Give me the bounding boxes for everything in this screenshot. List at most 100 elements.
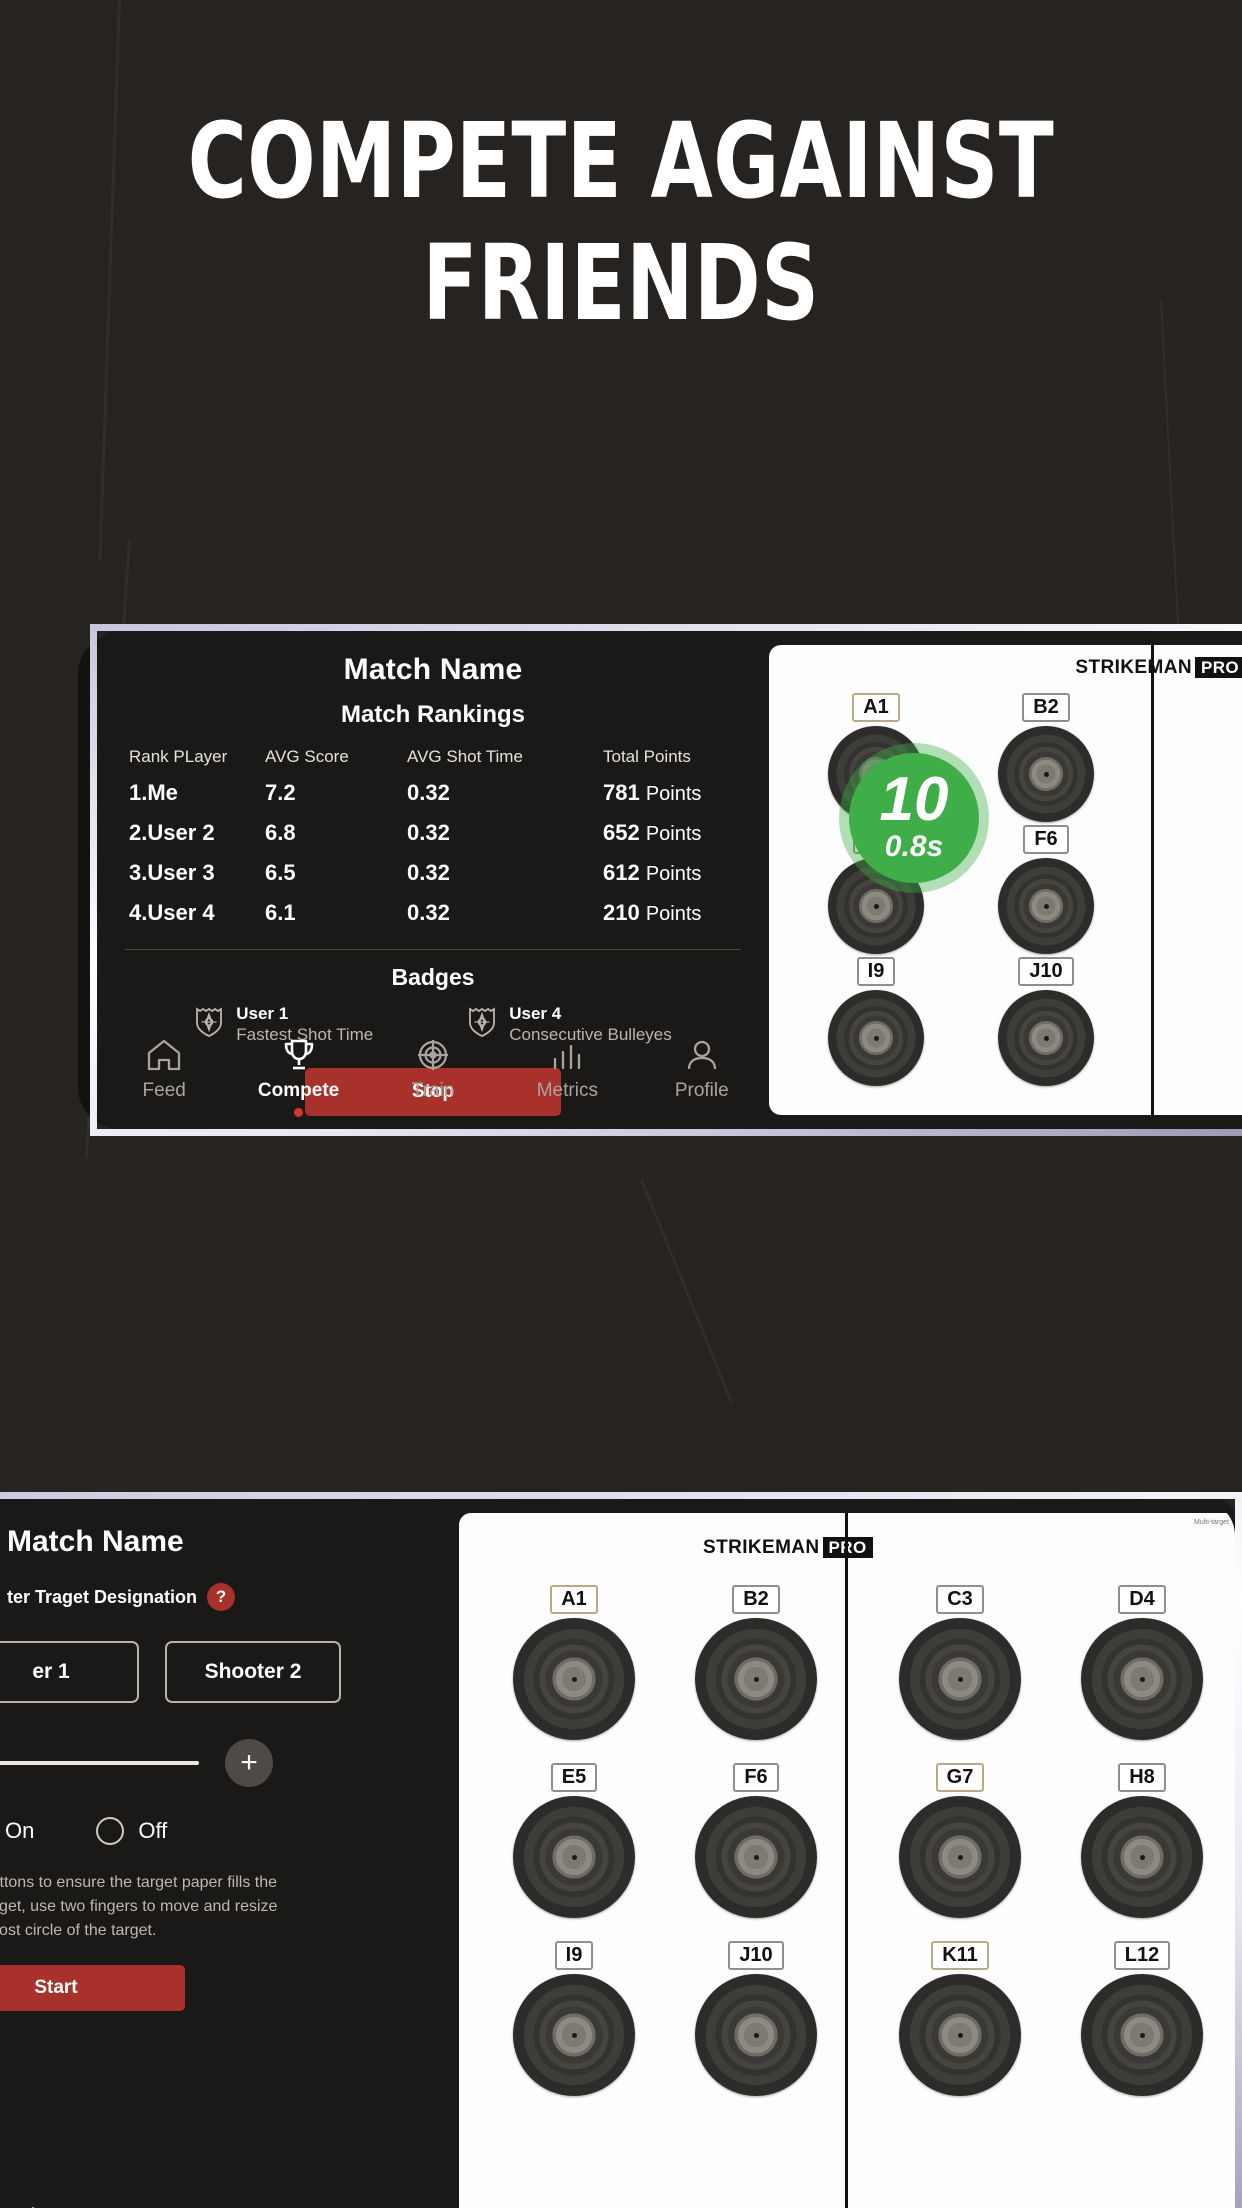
- target-cell[interactable]: I9: [791, 957, 961, 1089]
- target-cell[interactable]: J10: [961, 957, 1131, 1089]
- nav-label: Metrics: [536, 1080, 598, 1101]
- column-header-total-points: Total Points: [603, 747, 691, 766]
- target-label: I9: [554, 1941, 594, 1970]
- target-label: B2: [732, 1585, 780, 1614]
- nav-item-compete[interactable]: Compete: [251, 1037, 347, 1117]
- rankings-table: Rank PLayer AVG Score AVG Shot Time Tota…: [97, 747, 769, 933]
- target-cell[interactable]: K11: [869, 1941, 1051, 2119]
- target-cell[interactable]: H8: [1051, 1763, 1233, 1941]
- headline-line-1: COMPETE AGAINST: [187, 100, 1055, 222]
- cell-rank-player: 1.Me: [129, 780, 178, 805]
- target-cell[interactable]: I9: [483, 1941, 665, 2119]
- nav-label: Feed: [142, 1080, 186, 1101]
- home-icon: [145, 1037, 183, 1073]
- shooter-1-button[interactable]: er 1: [0, 1641, 139, 1703]
- target-cell[interactable]: B2: [665, 1585, 847, 1763]
- app-screen-setup: Match Name ter Traget Designation ? er 1…: [0, 1499, 1235, 2208]
- brand-label: STRIKEMANPRO: [1075, 657, 1242, 679]
- target-icon: [414, 1037, 452, 1073]
- nav-item-train[interactable]: Train: [0, 2204, 81, 2208]
- radio-icon-off: [96, 1817, 125, 1845]
- nav-label: Profile: [674, 1080, 729, 1101]
- target-cell[interactable]: E5: [483, 1763, 665, 1941]
- toggle-group: On Off: [0, 1817, 459, 1845]
- target-cell[interactable]: D4: [1051, 1585, 1233, 1763]
- target-board: STRIKEMANPRO A1 B2 E5: [769, 645, 1242, 1115]
- plus-button[interactable]: +: [225, 1739, 273, 1787]
- nav-active-dot: [294, 1108, 304, 1117]
- target-cell[interactable]: F6: [961, 825, 1131, 957]
- bar-chart-icon: [180, 2204, 218, 2208]
- nav-item-train[interactable]: Train: [385, 1037, 481, 1117]
- section-divider: [125, 949, 741, 950]
- person-icon: [346, 2204, 384, 2208]
- zoom-slider-row: +: [0, 1739, 459, 1787]
- target-cell[interactable]: C3: [869, 1585, 1051, 1763]
- target-circle: [899, 1618, 1021, 1740]
- start-button[interactable]: Start: [0, 1965, 185, 2011]
- phone-mockup-compete: Match Name Match Rankings Rank PLayer AV…: [90, 624, 1242, 1136]
- nav-item-profile[interactable]: Profile: [654, 1037, 750, 1117]
- app-screen-compete: Match Name Match Rankings Rank PLayer AV…: [97, 631, 1242, 1129]
- target-cell[interactable]: G7: [869, 1763, 1051, 1941]
- shooter-2-button[interactable]: Shooter 2: [165, 1641, 341, 1703]
- target-circle: [513, 1974, 635, 2096]
- target-label: A1: [550, 1585, 598, 1614]
- page-title: COMPETE AGAINST FRIENDS: [87, 100, 1155, 344]
- points-unit: Points: [645, 863, 702, 885]
- radio-label-on: On: [5, 1818, 35, 1843]
- cell-avg-shot-time: 0.32: [407, 900, 450, 925]
- match-rankings-title: Match Rankings: [340, 701, 526, 728]
- target-label: J10: [1018, 957, 1074, 986]
- target-label: B2: [1022, 693, 1070, 722]
- page-root: COMPETE AGAINST FRIENDS Match Name Match…: [0, 0, 1242, 2208]
- shooter-selector: er 1 Shooter 2: [0, 1641, 459, 1703]
- nav-item-metrics[interactable]: Metrics: [151, 2204, 247, 2208]
- target-label: K11: [931, 1941, 989, 1970]
- target-cell[interactable]: L12: [1051, 1941, 1233, 2119]
- target-cell[interactable]: J10: [665, 1941, 847, 2119]
- badge-user: User 1: [236, 1004, 289, 1023]
- board-divider: [1151, 645, 1154, 1115]
- cell-avg-score: 7.2: [265, 780, 296, 805]
- target-board-pane: STRIKEMANPRO A1 B2 E5: [769, 631, 1242, 1129]
- radio-option-on[interactable]: On: [0, 1817, 34, 1845]
- target-circle: [695, 1974, 817, 2096]
- radio-option-off[interactable]: Off: [96, 1817, 167, 1845]
- target-label: L12: [1113, 1941, 1171, 1970]
- target-label: F6: [1023, 825, 1069, 854]
- zoom-slider[interactable]: [0, 1761, 199, 1765]
- cell-total-points: 612 Points: [603, 853, 769, 893]
- target-designation-label: ter Traget Designation: [7, 1586, 198, 1607]
- target-cell[interactable]: F6: [665, 1763, 847, 1941]
- badges-title: Badges: [391, 964, 475, 990]
- target-grid-right: C3 D4 G7 H8 K11 L12: [869, 1585, 1233, 2119]
- nav-item-feed[interactable]: Feed: [116, 1037, 212, 1117]
- target-circle: [1081, 1974, 1203, 2096]
- nav-item-metrics[interactable]: Metrics: [519, 1037, 615, 1117]
- cell-avg-score: 6.1: [265, 900, 296, 925]
- badge-user: User 4: [509, 1004, 562, 1023]
- nav-label: Compete: [257, 1080, 340, 1101]
- target-label: G7: [935, 1763, 985, 1792]
- help-icon[interactable]: ?: [207, 1583, 236, 1611]
- target-label: F6: [733, 1763, 779, 1792]
- hint-line: - and + buttons to ensure the target pap…: [0, 1874, 277, 1891]
- match-name-title: Match Name: [7, 1525, 184, 1558]
- compete-panel: Match Name Match Rankings Rank PLayer AV…: [97, 631, 769, 1129]
- bottom-navigation: Feed Compete Train Metrics Profile: [97, 1037, 769, 1117]
- bar-chart-icon: [548, 1037, 586, 1073]
- column-header-avg-score: AVG Score: [265, 747, 349, 766]
- cell-avg-shot-time: 0.32: [407, 780, 450, 805]
- trophy-icon: [280, 1037, 318, 1073]
- table-row: 4.User 4 6.1 0.32 210 Points: [97, 893, 769, 933]
- nav-item-profile[interactable]: Profile: [317, 2204, 413, 2208]
- target-cell[interactable]: A1: [483, 1585, 665, 1763]
- match-name-title: Match Name: [343, 653, 523, 686]
- target-cell[interactable]: B2: [961, 693, 1131, 825]
- points-unit: Points: [645, 823, 702, 845]
- brand-name: STRIKEMAN: [703, 1537, 820, 1558]
- table-row: 1.Me 7.2 0.32 781 Points: [97, 773, 769, 813]
- background-streak: [640, 1179, 733, 1404]
- points-unit: Points: [645, 783, 702, 805]
